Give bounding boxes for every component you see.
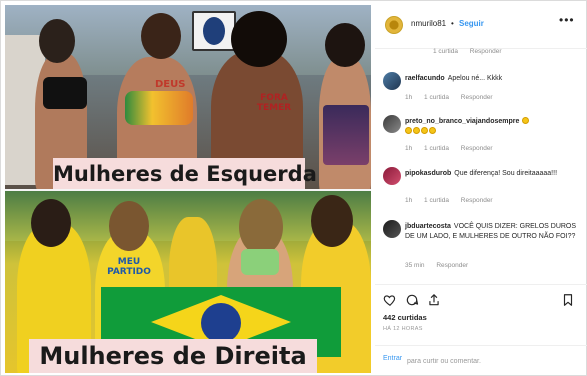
comment-text: Apelou né... Kkkk	[447, 75, 503, 82]
comment-meta: 1h 1 curtida Responder	[405, 94, 503, 101]
floral-top	[323, 105, 369, 165]
protest-poster	[192, 11, 236, 51]
comment-body: pipokasdurob Que diferença! Sou direitaaa…	[405, 169, 583, 179]
green-top	[241, 249, 279, 275]
top-tropical	[125, 91, 193, 125]
comment-body: jbduartecosta VOCÊ QUIS DIZER: GRELOS DUR…	[405, 222, 583, 242]
comment-body: raelfacundo Apelou né... Kkkk	[405, 74, 583, 84]
share-icon[interactable]	[427, 293, 441, 307]
head-right	[325, 23, 365, 67]
comment-likes[interactable]: 1 curtida	[424, 145, 449, 152]
chest-paint-text: DEUS	[155, 79, 186, 90]
author-avatar[interactable]	[385, 16, 403, 34]
reply-button[interactable]: Responder	[461, 145, 493, 152]
comment-meta: 1h 1 curtida Responder	[405, 145, 503, 152]
heart-icon[interactable]	[383, 293, 397, 307]
commenter-username[interactable]: preto_no_branco_viajandosempre	[405, 118, 519, 125]
reply-button[interactable]: Responder	[461, 197, 493, 204]
bottom-photo-panel: MEU PARTIDO Mulheres de Direita	[5, 191, 371, 373]
commenter-username[interactable]: pipokasdurob	[405, 170, 451, 177]
caption-bottom: Mulheres de Direita	[29, 339, 317, 373]
commenter-username[interactable]: raelfacundo	[405, 75, 445, 82]
comment-meta: 35 min Responder	[405, 262, 478, 269]
commenter-avatar[interactable]	[383, 167, 401, 185]
reply-button[interactable]: Responder	[461, 94, 493, 101]
post-image[interactable]: DEUS FORA TEMER Mulheres de Esquerda MEU…	[5, 5, 371, 373]
smile-emoji-icon	[522, 117, 530, 124]
smile-emoji-icon	[405, 127, 412, 134]
commenter-avatar[interactable]	[383, 115, 401, 133]
likes-count[interactable]: 442 curtidas	[383, 313, 427, 322]
post-timestamp: HÁ 12 HORAS	[383, 326, 423, 332]
comment-age: 1h	[405, 197, 413, 204]
top-photo-panel: DEUS FORA TEMER Mulheres de Esquerda	[5, 5, 371, 189]
author-username[interactable]: nmurilo81	[411, 19, 446, 28]
follow-button[interactable]: Seguir	[459, 19, 484, 28]
login-link[interactable]: Entrar	[383, 355, 402, 362]
afro-hair	[231, 11, 287, 67]
comment-age: 1h	[405, 94, 413, 101]
comment-meta: 1h 1 curtida Responder	[405, 197, 503, 204]
bra-left	[43, 77, 87, 109]
commenter-avatar[interactable]	[383, 72, 401, 90]
comment-likes[interactable]: 1 curtida	[424, 197, 449, 204]
caption-top: Mulheres de Esquerda	[53, 158, 317, 189]
head-center	[141, 13, 181, 59]
post-actions: 442 curtidas HÁ 12 HORAS	[375, 284, 587, 354]
smile-emoji-icon	[421, 127, 428, 134]
comment-composer: Entrar	[375, 345, 587, 376]
woman-4-hair	[239, 199, 283, 255]
first-comment-meta: 1 curtida Responder	[433, 48, 512, 55]
comment-body: preto_no_branco_viajandosempre	[405, 117, 583, 137]
comment-likes[interactable]: 1 curtida	[424, 94, 449, 101]
commenter-avatar[interactable]	[383, 220, 401, 238]
back-paint-text: FORA TEMER	[256, 93, 292, 113]
smile-emoji-icon	[413, 127, 420, 134]
comment-bubble-icon[interactable]	[405, 293, 419, 307]
flag-globe	[201, 303, 241, 343]
header-separator: •	[451, 19, 454, 28]
commenter-username[interactable]: jbduartecosta	[405, 223, 451, 230]
woman-2-hair	[109, 201, 149, 251]
woman-5-hair	[311, 195, 353, 247]
comment-text: Que diferença! Sou direitaaaaa!!!	[454, 170, 558, 177]
comment-input[interactable]	[407, 354, 579, 368]
shirt-text: MEU PARTIDO	[107, 257, 151, 277]
poster-portrait	[203, 17, 225, 45]
smile-emoji-icon	[429, 127, 436, 134]
post-header: nmurilo81 • Seguir •••	[375, 1, 587, 49]
instagram-post: DEUS FORA TEMER Mulheres de Esquerda MEU…	[0, 0, 587, 376]
head-left	[39, 19, 75, 63]
woman-1-hair	[31, 199, 71, 247]
reply-button[interactable]: Responder	[470, 48, 502, 55]
bookmark-icon[interactable]	[561, 293, 575, 307]
post-sidebar: nmurilo81 • Seguir ••• 1 curtida Respond…	[375, 1, 587, 376]
comment-age: 35 min	[405, 262, 425, 269]
more-options-icon[interactable]: •••	[559, 13, 575, 27]
comment-age: 1h	[405, 145, 413, 152]
reply-button[interactable]: Responder	[436, 262, 468, 269]
comment-likes[interactable]: 1 curtida	[433, 48, 458, 55]
